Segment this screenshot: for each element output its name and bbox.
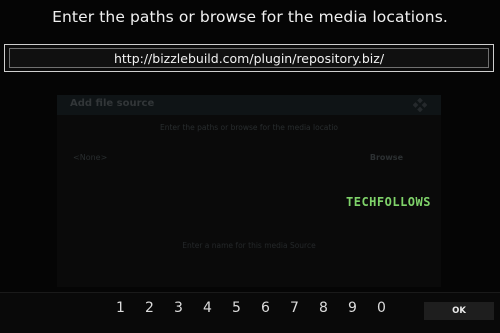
digit-row: 1 2 3 4 5 6 7 8 9 0 — [106, 300, 396, 318]
dialog-title: Add file source — [70, 98, 155, 109]
dialog-hint: Enter the paths or browse for the media … — [159, 123, 339, 132]
key-0[interactable]: 0 — [367, 300, 396, 318]
key-4[interactable]: 4 — [193, 300, 222, 318]
key-8[interactable]: 8 — [309, 300, 338, 318]
key-2[interactable]: 2 — [135, 300, 164, 318]
background-add-source-dialog: Add file source Enter the paths or brows… — [57, 95, 441, 287]
source-path-none[interactable]: <None> — [73, 153, 107, 162]
key-9[interactable]: 9 — [338, 300, 367, 318]
key-5[interactable]: 5 — [222, 300, 251, 318]
dialog-name-hint: Enter a name for this media Source — [182, 241, 316, 250]
dialog-header: Add file source — [57, 95, 441, 115]
path-input[interactable]: http://bizzlebuild.com/plugin/repository… — [9, 48, 489, 68]
kodi-logo-icon — [413, 98, 427, 112]
browse-button[interactable]: Browse — [370, 153, 403, 162]
ok-button[interactable]: OK — [424, 302, 494, 320]
dialog-heading: Enter the paths or browse for the media … — [52, 8, 448, 26]
watermark-logo: TECHFOLLOWS — [346, 195, 431, 209]
on-screen-keyboard: 1 2 3 4 5 6 7 8 9 0 OK — [0, 292, 500, 333]
key-6[interactable]: 6 — [251, 300, 280, 318]
key-7[interactable]: 7 — [280, 300, 309, 318]
path-input-frame[interactable]: http://bizzlebuild.com/plugin/repository… — [4, 44, 494, 72]
key-1[interactable]: 1 — [106, 300, 135, 318]
key-3[interactable]: 3 — [164, 300, 193, 318]
